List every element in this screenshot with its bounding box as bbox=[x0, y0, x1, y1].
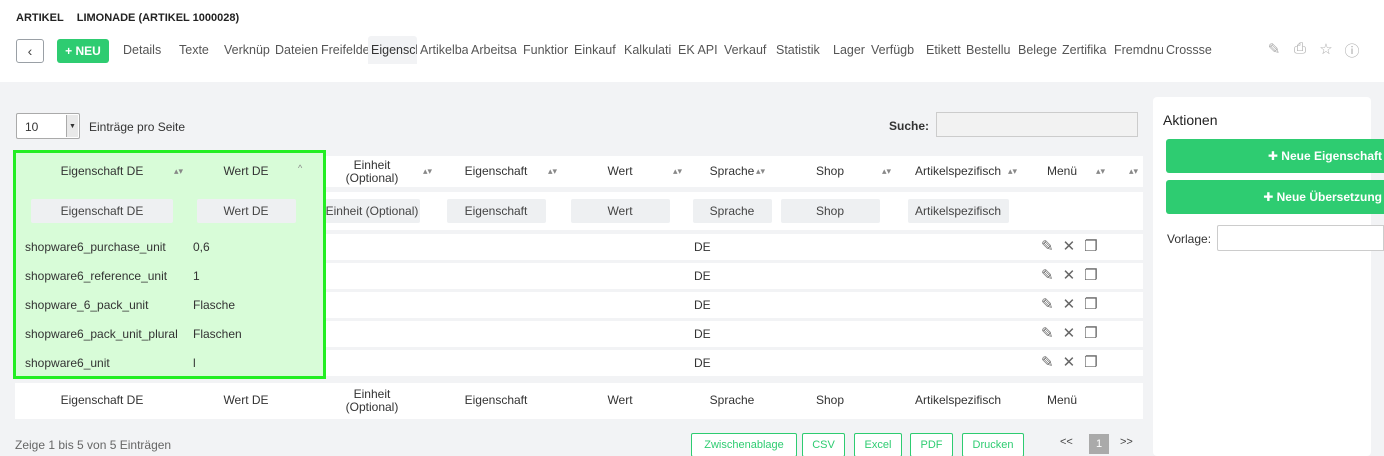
page-title: ARTIKEL LIMONADE (ARTIKEL 1000028) bbox=[16, 12, 249, 24]
tab-7[interactable]: Artikelba bbox=[417, 36, 468, 64]
search-label: Suche: bbox=[889, 119, 930, 133]
copy-icon[interactable]: ❐ bbox=[1084, 353, 1097, 371]
copy-icon[interactable]: ❐ bbox=[1084, 237, 1097, 255]
template-label: Vorlage: bbox=[1167, 232, 1212, 246]
pager-prev[interactable]: << bbox=[1060, 436, 1073, 448]
template-select[interactable] bbox=[1217, 225, 1384, 251]
filter-input[interactable]: Artikelspezifisch bbox=[907, 199, 1009, 223]
chevron-left-icon: ‹ bbox=[27, 43, 33, 59]
per-page-label: Einträge pro Seite bbox=[89, 120, 186, 134]
tab-21[interactable]: Fremdnu bbox=[1111, 36, 1163, 64]
tab-10[interactable]: Einkauf bbox=[571, 36, 621, 64]
export-button-zwischenablage[interactable]: Zwischenablage bbox=[691, 433, 797, 456]
column-footer: Eigenschaft DE bbox=[60, 393, 144, 407]
filter-input[interactable]: Einheit (Optional) bbox=[324, 199, 420, 223]
column-header[interactable]: Menü bbox=[987, 165, 1137, 178]
sort-icon[interactable]: ▴▾ bbox=[1096, 166, 1105, 177]
tab-2[interactable]: Texte bbox=[176, 36, 221, 64]
cell-sprache: DE bbox=[694, 240, 711, 254]
star-icon[interactable]: ☆ bbox=[1318, 40, 1334, 61]
print-icon[interactable]: ⎙ bbox=[1292, 40, 1308, 61]
pencil-icon[interactable]: ✎ bbox=[1041, 266, 1054, 284]
tab-18[interactable]: Bestellu bbox=[963, 36, 1015, 64]
filter-input[interactable]: Sprache bbox=[692, 199, 772, 223]
column-footer: Menü bbox=[1046, 393, 1078, 407]
header-strip bbox=[0, 64, 1384, 82]
copy-icon[interactable]: ❐ bbox=[1084, 295, 1097, 313]
help-icon[interactable]: ⓘ bbox=[1344, 40, 1360, 61]
pencil-icon[interactable]: ✎ bbox=[1266, 40, 1282, 61]
tab-3[interactable]: Verknüp bbox=[221, 36, 272, 64]
tab-15[interactable]: Lager bbox=[830, 36, 868, 64]
tab-14[interactable]: Statistik bbox=[773, 36, 830, 64]
cell-sprache: DE bbox=[694, 269, 711, 283]
pager-next[interactable]: >> bbox=[1120, 436, 1133, 448]
highlight-frame bbox=[13, 150, 326, 379]
pencil-icon[interactable]: ✎ bbox=[1041, 295, 1054, 313]
copy-icon[interactable]: ❐ bbox=[1084, 266, 1097, 284]
search-input[interactable] bbox=[936, 112, 1138, 137]
per-page-select[interactable]: 10 ▼ bbox=[16, 113, 80, 139]
new-property-button[interactable]: ✚ Neue Eigenschaft bbox=[1166, 139, 1384, 173]
tab-17[interactable]: Etikett bbox=[923, 36, 963, 64]
row-actions: ✎ ✕ ❐ bbox=[1041, 266, 1098, 284]
tab-16[interactable]: Verfügb bbox=[868, 36, 923, 64]
export-button-pdf[interactable]: PDF bbox=[910, 433, 953, 456]
close-icon[interactable]: ✕ bbox=[1063, 295, 1076, 313]
pager-current[interactable]: 1 bbox=[1089, 434, 1109, 454]
row-actions: ✎ ✕ ❐ bbox=[1041, 353, 1098, 371]
tab-20[interactable]: Zertifika bbox=[1059, 36, 1111, 64]
copy-icon[interactable]: ❐ bbox=[1084, 324, 1097, 342]
tab-13[interactable]: Verkauf bbox=[721, 36, 773, 64]
tab-8[interactable]: Arbeitsa bbox=[468, 36, 520, 64]
row-actions: ✎ ✕ ❐ bbox=[1041, 324, 1098, 342]
tab-1[interactable]: Details bbox=[120, 36, 176, 64]
actions-title: Aktionen bbox=[1163, 112, 1218, 128]
sort-icon[interactable]: ▴▾ bbox=[1129, 166, 1138, 177]
tab-5[interactable]: Freifelde bbox=[318, 36, 368, 64]
cell-sprache: DE bbox=[694, 298, 711, 312]
dropdown-arrow-icon: ▼ bbox=[66, 115, 78, 137]
filter-input[interactable]: Eigenschaft bbox=[446, 199, 546, 223]
tab-11[interactable]: Kalkulati bbox=[621, 36, 675, 64]
tab-9[interactable]: Funktior bbox=[520, 36, 571, 64]
filter-input[interactable]: Shop bbox=[780, 199, 880, 223]
toolbar-icons: ✎ ⎙ ☆ ⓘ bbox=[1266, 40, 1360, 61]
article-title: LIMONADE (ARTIKEL 1000028) bbox=[76, 12, 240, 24]
back-button[interactable]: ‹ bbox=[16, 39, 44, 63]
export-button-drucken[interactable]: Drucken bbox=[962, 433, 1024, 456]
tab-19[interactable]: Belege bbox=[1015, 36, 1059, 64]
cell-sprache: DE bbox=[694, 356, 711, 370]
tab-6[interactable]: Eigenscl bbox=[368, 36, 417, 64]
close-icon[interactable]: ✕ bbox=[1063, 324, 1076, 342]
pencil-icon[interactable]: ✎ bbox=[1041, 324, 1054, 342]
tab-22[interactable]: Crossse bbox=[1163, 36, 1214, 64]
row-actions: ✎ ✕ ❐ bbox=[1041, 237, 1098, 255]
export-button-excel[interactable]: Excel bbox=[854, 433, 902, 456]
cell-sprache: DE bbox=[694, 327, 711, 341]
pencil-icon[interactable]: ✎ bbox=[1041, 353, 1054, 371]
tab-4[interactable]: Dateien bbox=[272, 36, 318, 64]
section-label: ARTIKEL bbox=[16, 12, 64, 24]
new-translation-button[interactable]: ✚ Neue Übersetzung bbox=[1166, 180, 1384, 214]
tab-bar: Details Texte Verknüp Dateien Freifelde Eigen… bbox=[120, 36, 1214, 64]
filter-input[interactable]: Wert bbox=[570, 199, 670, 223]
close-icon[interactable]: ✕ bbox=[1063, 353, 1076, 371]
per-page-value: 10 bbox=[25, 120, 39, 134]
new-button[interactable]: + NEU bbox=[57, 39, 109, 63]
table-info: Zeige 1 bis 5 von 5 Einträgen bbox=[15, 438, 172, 452]
export-button-csv[interactable]: CSV bbox=[802, 433, 845, 456]
pencil-icon[interactable]: ✎ bbox=[1041, 237, 1054, 255]
close-icon[interactable]: ✕ bbox=[1063, 237, 1076, 255]
tab-12[interactable]: EK API bbox=[675, 36, 721, 64]
close-icon[interactable]: ✕ bbox=[1063, 266, 1076, 284]
row-actions: ✎ ✕ ❐ bbox=[1041, 295, 1098, 313]
